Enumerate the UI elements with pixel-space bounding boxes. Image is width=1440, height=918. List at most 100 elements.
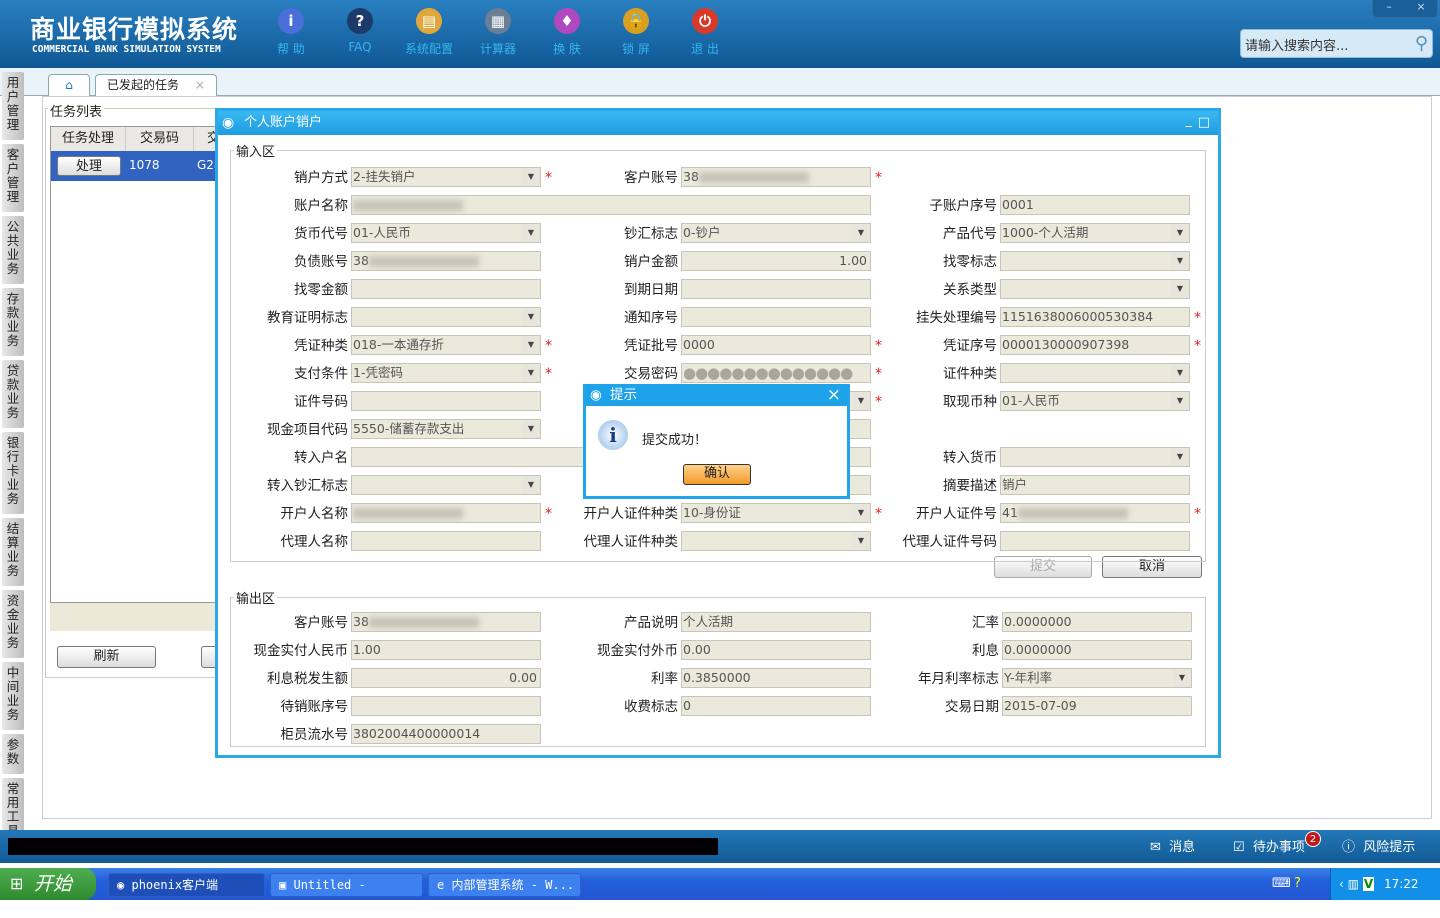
- select-支付条件[interactable]: 1-凭密码 ▼: [351, 363, 541, 383]
- taskbar-item[interactable]: ◉ phoenix客户端: [108, 873, 265, 897]
- column-header[interactable]: 交易码: [126, 127, 194, 151]
- input-挂失处理编号[interactable]: 1151638006000530384: [1000, 307, 1190, 327]
- select-年月利率标志[interactable]: Y-年利率 ▼: [1002, 668, 1192, 688]
- sidebar-item[interactable]: 客户管理: [2, 144, 24, 212]
- window-maximize-button[interactable]: □: [1198, 111, 1210, 135]
- chevron-down-icon[interactable]: ▼: [1171, 252, 1189, 270]
- select-产品代号[interactable]: 1000-个人活期 ▼: [1000, 223, 1190, 243]
- input-摘要描述[interactable]: 销户: [1000, 475, 1190, 495]
- input-柜员流水号[interactable]: 3802004400000014: [351, 724, 541, 744]
- chevron-down-icon[interactable]: ▼: [522, 308, 540, 326]
- sidebar-item[interactable]: 贷款业务: [2, 360, 24, 428]
- toolbar-button-5[interactable]: 🔒 锁 屏: [606, 8, 666, 57]
- toolbar-button-6[interactable]: ⏻ 退 出: [675, 8, 735, 57]
- chevron-down-icon[interactable]: ▼: [1171, 280, 1189, 298]
- input-客户账号[interactable]: 38: [681, 167, 871, 187]
- chevron-down-icon[interactable]: ▼: [1173, 669, 1191, 687]
- input-子账户序号[interactable]: 0001: [1000, 195, 1190, 215]
- refresh-button[interactable]: 刷新: [57, 646, 156, 668]
- select-现金项目代码[interactable]: 5550-储蓄存款支出 ▼: [351, 419, 541, 439]
- select-找零标志[interactable]: ▼: [1000, 251, 1190, 271]
- input-凭证批号[interactable]: 0000: [681, 335, 871, 355]
- select-教育证明标志[interactable]: ▼: [351, 307, 541, 327]
- chevron-down-icon[interactable]: ▼: [1171, 392, 1189, 410]
- close-button[interactable]: ×: [1405, 0, 1437, 17]
- help-icon[interactable]: ?: [1294, 876, 1301, 891]
- select-转入钞汇标志[interactable]: ▼: [351, 475, 541, 495]
- input-现金实付人民币[interactable]: 1.00: [351, 640, 541, 660]
- select-证件种类[interactable]: ▼: [1000, 363, 1190, 383]
- input-产品说明[interactable]: 个人活期: [681, 612, 871, 632]
- vc-icon[interactable]: V: [1362, 877, 1375, 891]
- select-转入货币[interactable]: ▼: [1000, 447, 1190, 467]
- input-开户人证件号[interactable]: 41: [1000, 503, 1190, 523]
- chevron-down-icon[interactable]: ▼: [522, 476, 540, 494]
- keyboard-icon[interactable]: ⌨: [1272, 876, 1291, 891]
- toolbar-button-0[interactable]: i 帮 助: [261, 8, 321, 57]
- input-利率[interactable]: 0.3850000: [681, 668, 871, 688]
- tab-initiated-tasks[interactable]: 已发起的任务 ×: [95, 74, 217, 96]
- select-钞汇标志[interactable]: 0-钞户 ▼: [681, 223, 871, 243]
- input-证件号码[interactable]: [351, 391, 541, 411]
- select-关系类型[interactable]: ▼: [1000, 279, 1190, 299]
- network-icon[interactable]: ▥: [1348, 877, 1359, 891]
- input-凭证序号[interactable]: 0000130000907398: [1000, 335, 1190, 355]
- column-header[interactable]: 任务处理: [51, 127, 126, 151]
- input-利息税发生额[interactable]: 0.00: [351, 668, 541, 688]
- risk-alert-button[interactable]: ⓘ 风险提示: [1342, 838, 1415, 858]
- sidebar-item[interactable]: 资金业务: [2, 590, 24, 658]
- sidebar-item[interactable]: 参数: [2, 734, 24, 774]
- tab-close-icon[interactable]: ×: [195, 78, 205, 92]
- sidebar-item[interactable]: 结算业务: [2, 518, 24, 586]
- input-开户人名称[interactable]: [351, 503, 541, 523]
- taskbar-item[interactable]: ▣ Untitled - IDCheck: [270, 873, 423, 914]
- select-开户人证件种类[interactable]: 10-身份证 ▼: [681, 503, 871, 523]
- start-button[interactable]: ⊞ 开始: [0, 868, 96, 900]
- select-取现币种[interactable]: 01-人民币 ▼: [1000, 391, 1190, 411]
- input-汇率[interactable]: 0.0000000: [1002, 612, 1192, 632]
- input-交易密码[interactable]: ●●●●●●●●●●●●●●: [681, 363, 871, 383]
- input-代理人证件号码[interactable]: [1000, 531, 1190, 551]
- toolbar-button-3[interactable]: ▦ 计算器: [468, 8, 528, 57]
- input-收费标志[interactable]: 0: [681, 696, 871, 716]
- chevron-down-icon[interactable]: ▼: [522, 168, 540, 186]
- chevron-down-icon[interactable]: ▼: [522, 336, 540, 354]
- window-titlebar[interactable]: ◉ 个人账户销户 _ □: [218, 111, 1218, 135]
- input-利息[interactable]: 0.0000000: [1002, 640, 1192, 660]
- toolbar-button-1[interactable]: ? FAQ: [330, 8, 390, 54]
- dialog-close-button[interactable]: ×: [827, 384, 841, 406]
- chevron-down-icon[interactable]: ▼: [1171, 224, 1189, 242]
- chevron-left-icon[interactable]: ‹: [1339, 877, 1344, 891]
- table-row[interactable]: 处理 1078 G28: [51, 151, 219, 181]
- input-现金实付外币[interactable]: 0.00: [681, 640, 871, 660]
- dialog-titlebar[interactable]: ◉ 提示 ×: [586, 384, 847, 406]
- search-icon[interactable]: ⚲: [1415, 33, 1428, 54]
- input-找零金额[interactable]: [351, 279, 541, 299]
- input-代理人名称[interactable]: [351, 531, 541, 551]
- minimize-button[interactable]: –: [1373, 0, 1405, 17]
- todo-button[interactable]: ☑ 待办事项: [1233, 838, 1305, 858]
- input-销户金额[interactable]: 1.00: [681, 251, 871, 271]
- input-通知序号[interactable]: [681, 307, 871, 327]
- chevron-down-icon[interactable]: ▼: [522, 224, 540, 242]
- select-代理人证件种类[interactable]: ▼: [681, 531, 871, 551]
- chevron-down-icon[interactable]: ▼: [522, 420, 540, 438]
- select-销户方式[interactable]: 2-挂失销户 ▼: [351, 167, 541, 187]
- process-button[interactable]: 处理: [57, 156, 121, 176]
- input-负债账号[interactable]: 38: [351, 251, 541, 271]
- tab-home[interactable]: ⌂: [48, 74, 90, 96]
- sidebar-item[interactable]: 公共业务: [2, 216, 24, 284]
- sidebar-item[interactable]: 银行卡业务: [2, 432, 24, 514]
- sidebar-item[interactable]: 中间业务: [2, 662, 24, 730]
- input-到期日期[interactable]: [681, 279, 871, 299]
- chevron-down-icon[interactable]: ▼: [1171, 448, 1189, 466]
- select-凭证种类[interactable]: 018-一本通存折 ▼: [351, 335, 541, 355]
- input-账户名称[interactable]: [351, 195, 871, 215]
- select-货币代号[interactable]: 01-人民币 ▼: [351, 223, 541, 243]
- input-客户账号[interactable]: 38: [351, 612, 541, 632]
- messages-button[interactable]: ✉ 消息: [1150, 838, 1195, 858]
- sidebar-item[interactable]: 用户管理: [2, 72, 24, 140]
- input-待销账序号[interactable]: [351, 696, 541, 716]
- toolbar-button-2[interactable]: ▤ 系统配置: [399, 8, 459, 57]
- taskbar-item[interactable]: e 内部管理系统 - W...: [428, 873, 581, 897]
